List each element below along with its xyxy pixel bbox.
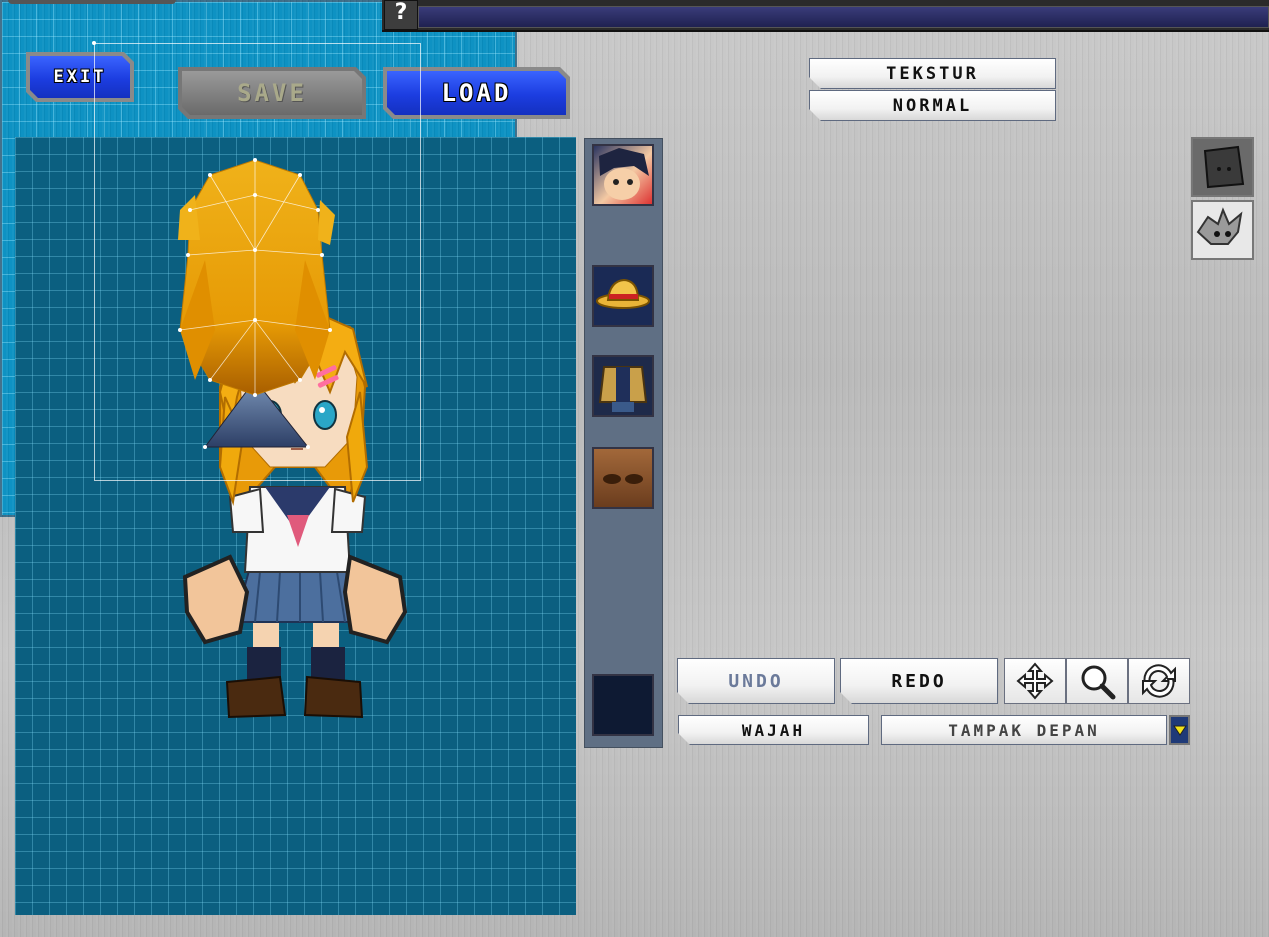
block-icon [1203, 145, 1245, 189]
view-dropdown-button[interactable] [1169, 715, 1190, 745]
hair-mesh [92, 41, 335, 449]
side-tool-block[interactable] [1191, 137, 1254, 197]
part-hat-thumb[interactable] [592, 265, 654, 327]
undo-button[interactable]: UNDO [677, 658, 835, 704]
zoom-icon [1081, 665, 1116, 700]
texture-label-button[interactable]: TEKSTUR [809, 58, 1056, 89]
view-select[interactable]: TAMPAK DEPAN [881, 715, 1167, 745]
move-icon [1016, 662, 1054, 700]
zoom-tool-button[interactable] [1066, 658, 1128, 704]
side-tool-char[interactable] [1191, 200, 1254, 260]
mesh-editor-canvas[interactable] [0, 0, 517, 517]
top-progress-bar [418, 6, 1269, 28]
move-tool-button[interactable] [1004, 658, 1066, 704]
rotate-icon [1142, 664, 1176, 698]
body-icon [598, 366, 648, 412]
top-bar: ? [382, 0, 1269, 32]
straw-hat-icon [596, 278, 650, 309]
chevron-down-icon [1172, 725, 1187, 736]
parts-strip [584, 138, 663, 748]
texture-mode-button[interactable]: NORMAL [809, 90, 1056, 121]
part-empty-slot[interactable] [592, 674, 654, 736]
part-face-texture-thumb[interactable] [592, 447, 654, 509]
face-texture-icon [603, 474, 643, 484]
part-face-portrait-thumb[interactable] [592, 144, 654, 206]
part-name-button[interactable]: WAJAH [678, 715, 869, 745]
redo-button[interactable]: REDO [840, 658, 998, 704]
part-body-thumb[interactable] [592, 355, 654, 417]
rotate-tool-button[interactable] [1128, 658, 1190, 704]
spiky-head-icon [1196, 207, 1243, 245]
face-portrait-icon [599, 148, 649, 200]
